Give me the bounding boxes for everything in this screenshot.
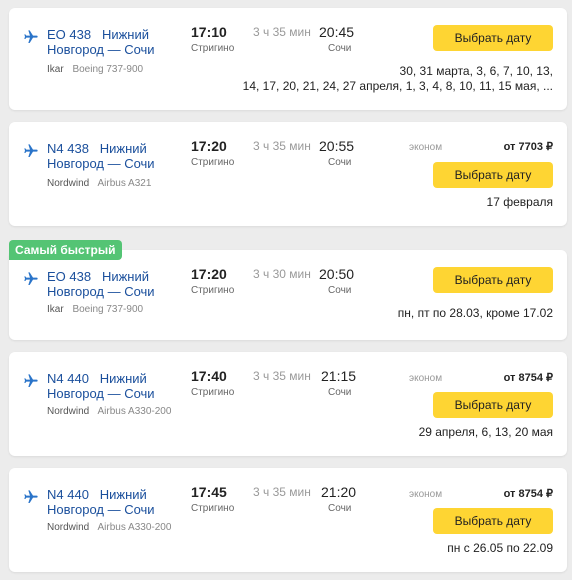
carrier-info: Ikar Boeing 737-900 [47,64,143,75]
arrival-time: 21:15 [321,368,357,384]
flight-card: EO 438 Нижний Новгород — Сочи Ikar Boein… [9,250,567,340]
aircraft-type: Boeing 737-900 [72,304,144,315]
select-date-button[interactable]: Выбрать дату [433,508,553,534]
flight-duration: 3 ч 35 мин [253,485,311,499]
airline-name: Nordwind [47,178,90,189]
flight-route-link[interactable]: N4 438 Нижний Новгород — Сочи [47,141,177,171]
flight-card: N4 440 Нижний Новгород — Сочи Nordwind A… [9,352,567,456]
fare-class: эконом [409,142,443,153]
flight-dates: 17 февраля [487,195,553,210]
select-date-button[interactable]: Выбрать дату [433,267,553,293]
dates-line: пн с 26.05 по 22.09 [447,541,553,555]
flight-number: N4 440 [47,487,89,502]
departure-time: 17:20 [191,138,227,154]
carrier-info: Ikar Boeing 737-900 [47,304,143,315]
price: от 8754 ₽ [503,488,553,500]
flight-dates: 30, 31 марта, 3, 6, 7, 10, 13, 14, 17, 2… [243,64,553,94]
dates-line: пн, пт по 28.03, кроме 17.02 [397,306,553,320]
flight-duration: 3 ч 35 мин [253,369,311,383]
dates-line: 17 февраля [486,195,553,209]
carrier-info: Nordwind Airbus A330-200 [47,406,171,417]
departure-time: 17:40 [191,368,227,384]
plane-icon [23,373,39,389]
flight-card: N4 438 Нижний Новгород — Сочи Nordwind A… [9,122,567,226]
departure-time: 17:45 [191,484,227,500]
airline-name: Ikar [47,304,64,315]
arrival-airport: Сочи [328,43,352,54]
flight-route-link[interactable]: N4 440 Нижний Новгород — Сочи [47,371,177,401]
flight-duration: 3 ч 30 мин [253,267,311,281]
arrival-airport: Сочи [328,387,352,398]
arrival-airport: Сочи [328,157,352,168]
departure-airport: Стригино [191,157,235,168]
airline-name: Nordwind [47,406,90,417]
fastest-badge: Самый быстрый [9,240,122,260]
select-date-button[interactable]: Выбрать дату [433,25,553,51]
dates-line: 29 апреля, 6, 13, 20 мая [418,425,553,439]
flight-number: EO 438 [47,269,92,284]
fare-class: эконом [409,489,443,500]
departure-time: 17:10 [191,24,227,40]
flight-number: EO 438 [47,27,92,42]
price: от 8754 ₽ [503,372,553,384]
aircraft-type: Airbus A321 [97,178,152,189]
flight-card: N4 440 Нижний Новгород — Сочи Nordwind A… [9,468,567,572]
flight-dates: 29 апреля, 6, 13, 20 мая [419,425,553,440]
arrival-airport: Сочи [328,503,352,514]
arrival-time: 20:45 [319,24,355,40]
arrival-time: 20:55 [319,138,355,154]
departure-airport: Стригино [191,285,235,296]
airline-name: Nordwind [47,522,90,533]
flight-dates: пн с 26.05 по 22.09 [447,541,553,556]
flight-route-link[interactable]: N4 440 Нижний Новгород — Сочи [47,487,177,517]
flight-duration: 3 ч 35 мин [253,139,311,153]
carrier-info: Nordwind Airbus A321 [47,178,151,189]
select-date-button[interactable]: Выбрать дату [433,392,553,418]
flight-route-link[interactable]: EO 438 Нижний Новгород — Сочи [47,269,177,299]
flight-card: EO 438 Нижний Новгород — Сочи Ikar Boein… [9,8,567,110]
aircraft-type: Boeing 737-900 [72,64,144,75]
flight-duration: 3 ч 35 мин [253,25,311,39]
flight-number: N4 438 [47,141,89,156]
plane-icon [23,271,39,287]
dates-line: 14, 17, 20, 21, 24, 27 апреля, 1, 3, 4, … [242,79,553,93]
select-date-button[interactable]: Выбрать дату [433,162,553,188]
arrival-time: 21:20 [321,484,357,500]
flight-route-link[interactable]: EO 438 Нижний Новгород — Сочи [47,27,177,57]
flight-number: N4 440 [47,371,89,386]
arrival-time: 20:50 [319,266,355,282]
departure-time: 17:20 [191,266,227,282]
arrival-airport: Сочи [328,285,352,296]
dates-line: 30, 31 марта, 3, 6, 7, 10, 13, [399,64,553,78]
plane-icon [23,489,39,505]
departure-airport: Стригино [191,503,235,514]
fare-class: эконом [409,373,443,384]
departure-airport: Стригино [191,387,235,398]
airline-name: Ikar [47,64,64,75]
flight-dates: пн, пт по 28.03, кроме 17.02 [398,306,553,321]
aircraft-type: Airbus A330-200 [97,406,172,417]
departure-airport: Стригино [191,43,235,54]
plane-icon [23,143,39,159]
aircraft-type: Airbus A330-200 [97,522,172,533]
price: от 7703 ₽ [503,141,553,153]
carrier-info: Nordwind Airbus A330-200 [47,522,171,533]
plane-icon [23,29,39,45]
